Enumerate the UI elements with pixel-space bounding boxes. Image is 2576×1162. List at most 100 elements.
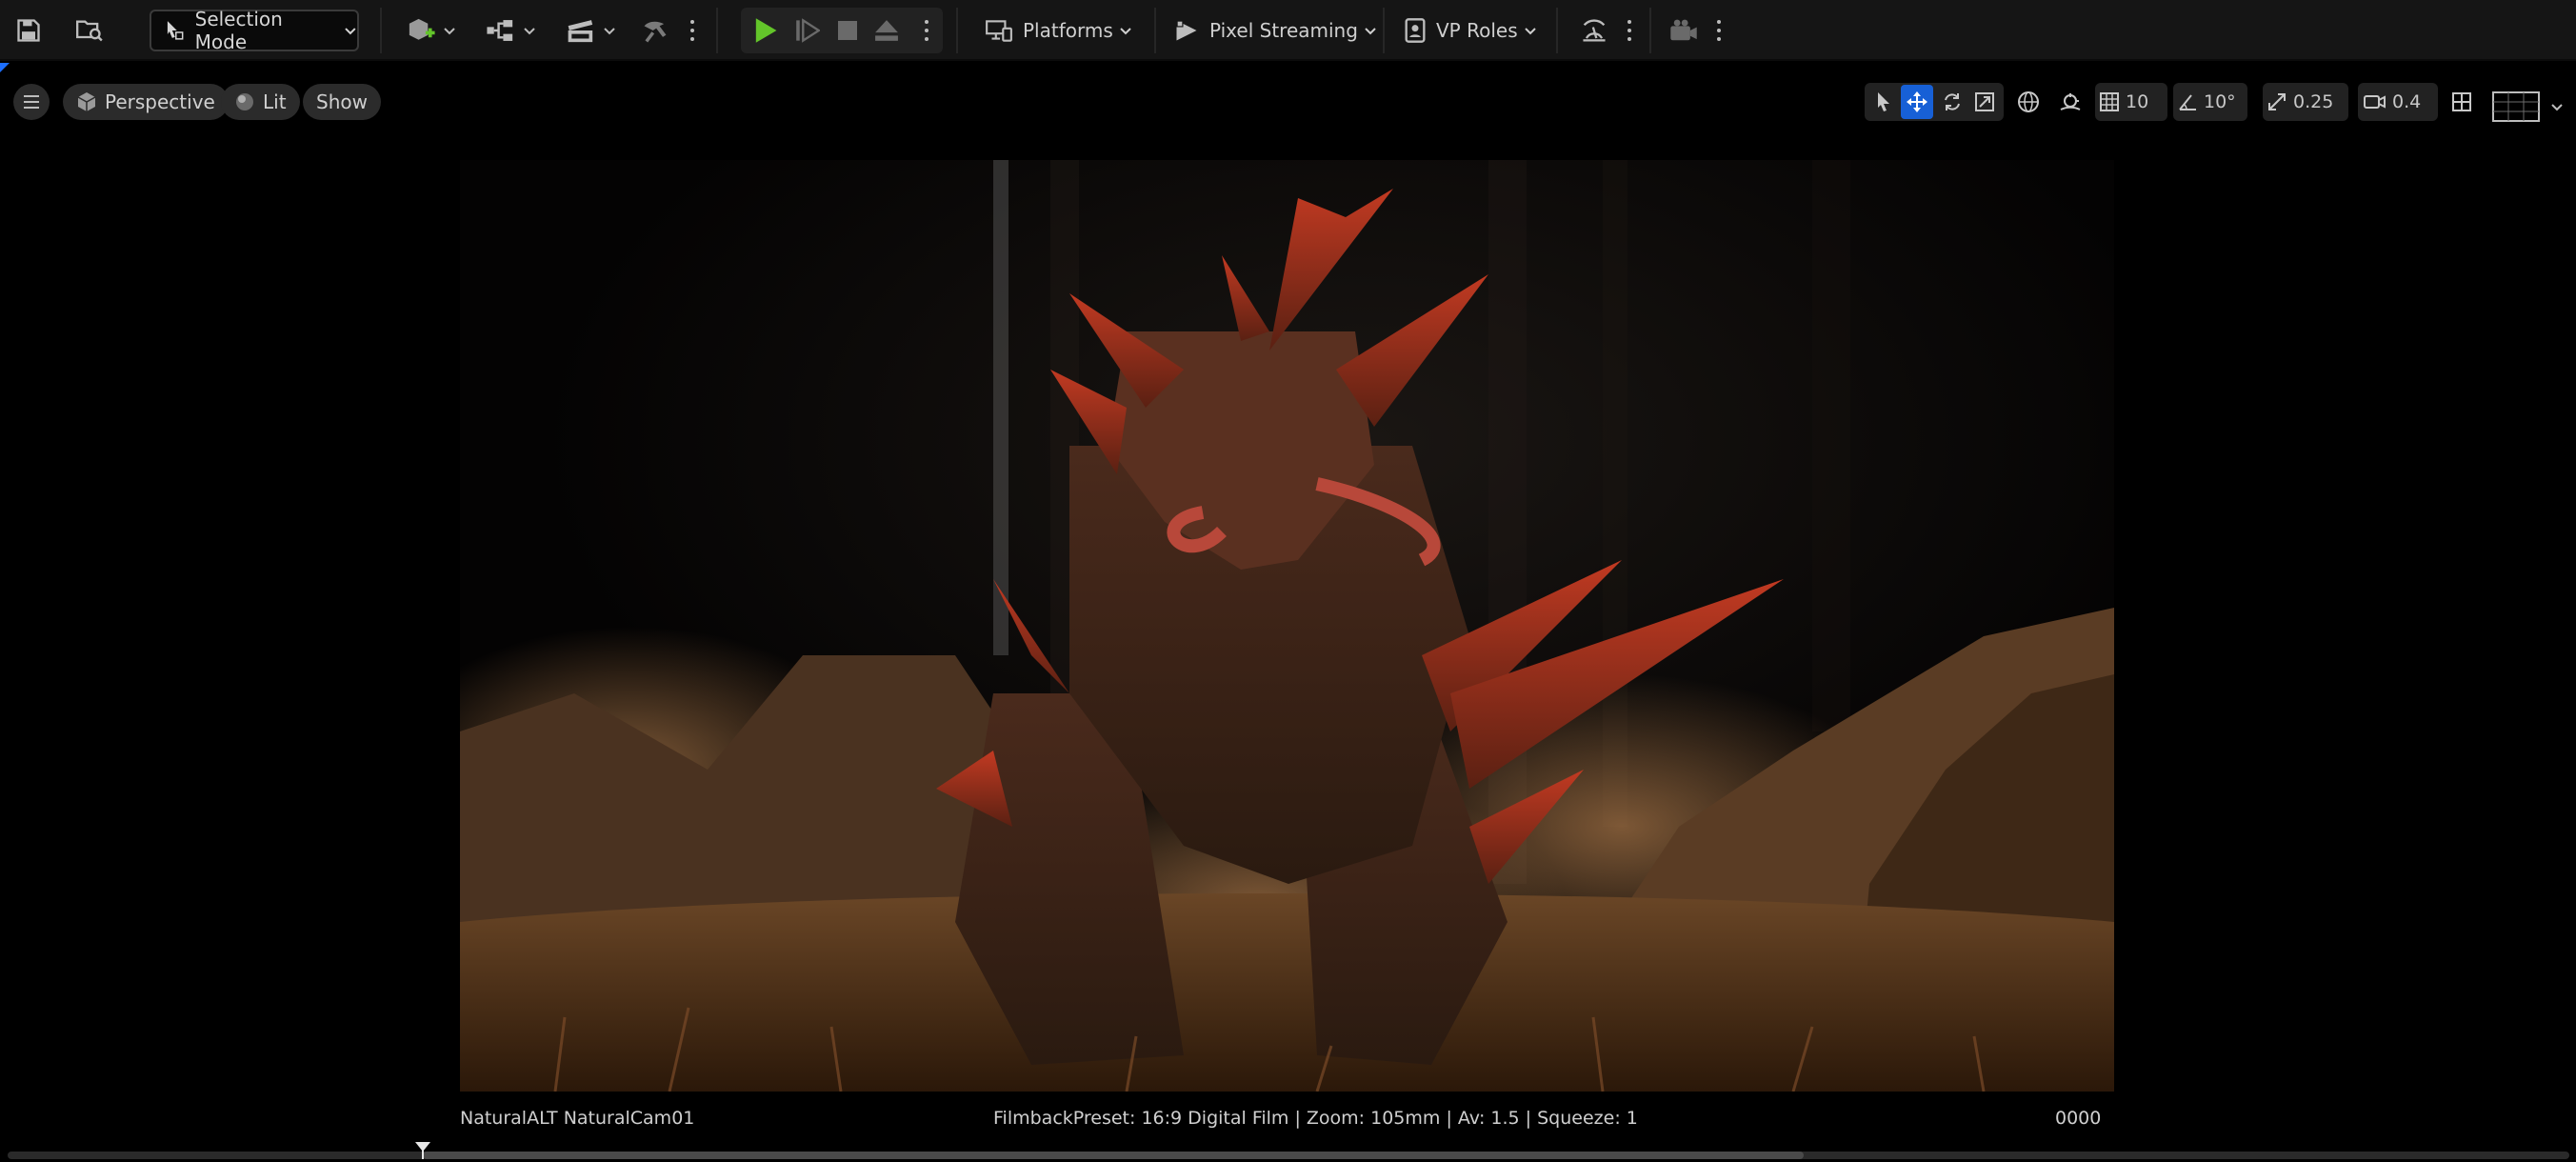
toolbar-divider [716,8,718,53]
world-coords-icon [2018,91,2039,112]
perspective-label: Perspective [105,90,215,113]
grid-icon [2100,92,2119,111]
add-actor-icon [409,18,435,40]
playhead-icon[interactable] [415,1142,430,1159]
live-link-options-menu[interactable] [1625,13,1634,48]
cinematics-icon [568,20,593,43]
scale-tool-button[interactable] [1969,85,2000,119]
chevron-down-icon [604,28,615,35]
stop-icon [838,21,857,40]
browse-button[interactable] [70,10,109,51]
frame-counter: 0000 [2055,1108,2102,1129]
vp-roles-icon [1405,18,1426,43]
save-button[interactable] [11,10,46,51]
blueprints-button[interactable] [482,10,539,51]
stop-button[interactable] [830,10,865,51]
chevron-down-icon [524,28,535,35]
pixel-streaming-icon [1176,20,1197,41]
chevron-down-icon [1524,28,1536,35]
build-options-menu[interactable] [688,13,697,48]
viewport-menu-button[interactable] [13,84,50,120]
rotate-tool-button[interactable] [1937,85,1967,119]
creature-render [460,160,2114,1092]
virtual-camera-button[interactable] [1667,10,1701,51]
cinematics-button[interactable] [562,10,619,51]
play-button[interactable] [749,10,783,51]
chevron-down-icon [444,28,455,35]
main-toolbar: Selection Mode Platforms Pixel Streaming… [0,0,2576,61]
perspective-cube-icon [77,92,96,111]
camera-icon [1670,19,1697,41]
cinematic-camera-view[interactable] [460,160,2114,1092]
hamburger-icon [24,95,39,109]
level-viewport[interactable]: NaturalALT NaturalCam01 FilmbackPreset: … [0,133,2576,1162]
toolbar-divider [1649,8,1651,53]
rotation-snap-button[interactable]: 10° [2177,85,2236,119]
step-button[interactable] [790,10,825,51]
platforms-icon [986,20,1012,42]
chevron-down-icon [1120,28,1131,35]
grid-snap-value: 10 [2126,91,2149,112]
eject-icon [875,20,898,41]
angle-icon [2179,94,2196,110]
show-button[interactable]: Show [303,84,381,120]
select-tool-icon [1878,92,1889,111]
surface-snap-icon [2060,93,2081,110]
viewport-layout-button[interactable] [2447,85,2476,119]
play-options-menu[interactable] [922,13,931,48]
selection-mode-dropdown[interactable]: Selection Mode [150,8,359,53]
pixel-streaming-label: Pixel Streaming [1209,19,1358,42]
selection-mode-label: Selection Mode [194,8,283,53]
select-tool-button[interactable] [1868,85,1899,119]
viewport-options-button[interactable] [2489,90,2566,124]
vp-roles-dropdown[interactable]: VP Roles [1404,10,1537,51]
toolbar-divider [1556,8,1558,53]
grid-snap-button[interactable]: 10 [2099,85,2148,119]
camera-options-menu[interactable] [1714,13,1724,48]
live-link-icon [1583,19,1606,42]
lit-label: Lit [263,90,287,113]
add-actor-button[interactable] [402,10,459,51]
platforms-label: Platforms [1023,19,1113,42]
viewport-options-icon [2492,91,2540,122]
chevron-down-icon [1365,28,1376,35]
chevron-down-icon [345,28,356,35]
show-label: Show [316,90,368,113]
selection-cursor-icon [167,21,184,40]
filmback-info-label: FilmbackPreset: 16:9 Digital Film | Zoom… [993,1108,1638,1129]
eject-button[interactable] [869,10,905,51]
timeline-range [423,1152,1804,1159]
lit-sphere-icon [236,93,253,110]
scale-snap-icon [2268,93,2286,110]
scale-snap-button[interactable]: 0.25 [2266,85,2333,119]
move-tool-button[interactable] [1901,85,1933,119]
rotate-tool-icon [1945,93,1960,110]
surface-snap-button[interactable] [2055,85,2086,119]
rotation-snap-value: 10° [2204,91,2236,112]
vp-roles-label: VP Roles [1436,19,1518,42]
perspective-button[interactable]: Perspective [63,84,229,120]
camera-speed-button[interactable]: 0.4 [2364,85,2421,119]
toolbar-divider [380,8,382,53]
move-tool-icon [1907,91,1927,112]
toolbar-divider [956,8,958,53]
layout-icon [2452,92,2471,111]
toolbar-divider [1383,8,1385,53]
chevron-down-icon [2551,104,2563,111]
platforms-dropdown[interactable]: Platforms [985,10,1132,51]
toolbar-divider [1154,8,1156,53]
build-button[interactable] [638,10,672,51]
world-coords-button[interactable] [2013,85,2044,119]
browse-icon [76,20,103,42]
step-icon [796,18,820,43]
blueprint-icon [487,20,513,41]
live-link-button[interactable] [1577,10,1611,51]
camera-speed-value: 0.4 [2392,91,2422,112]
timeline-scrubber[interactable] [8,1152,2569,1159]
play-icon [755,18,777,43]
camera-speed-icon [2364,95,2386,109]
view-mode-button[interactable]: Lit [221,84,300,120]
pixel-streaming-dropdown[interactable]: Pixel Streaming [1173,10,1377,51]
build-icon [644,21,667,43]
scale-tool-icon [1975,92,1994,111]
